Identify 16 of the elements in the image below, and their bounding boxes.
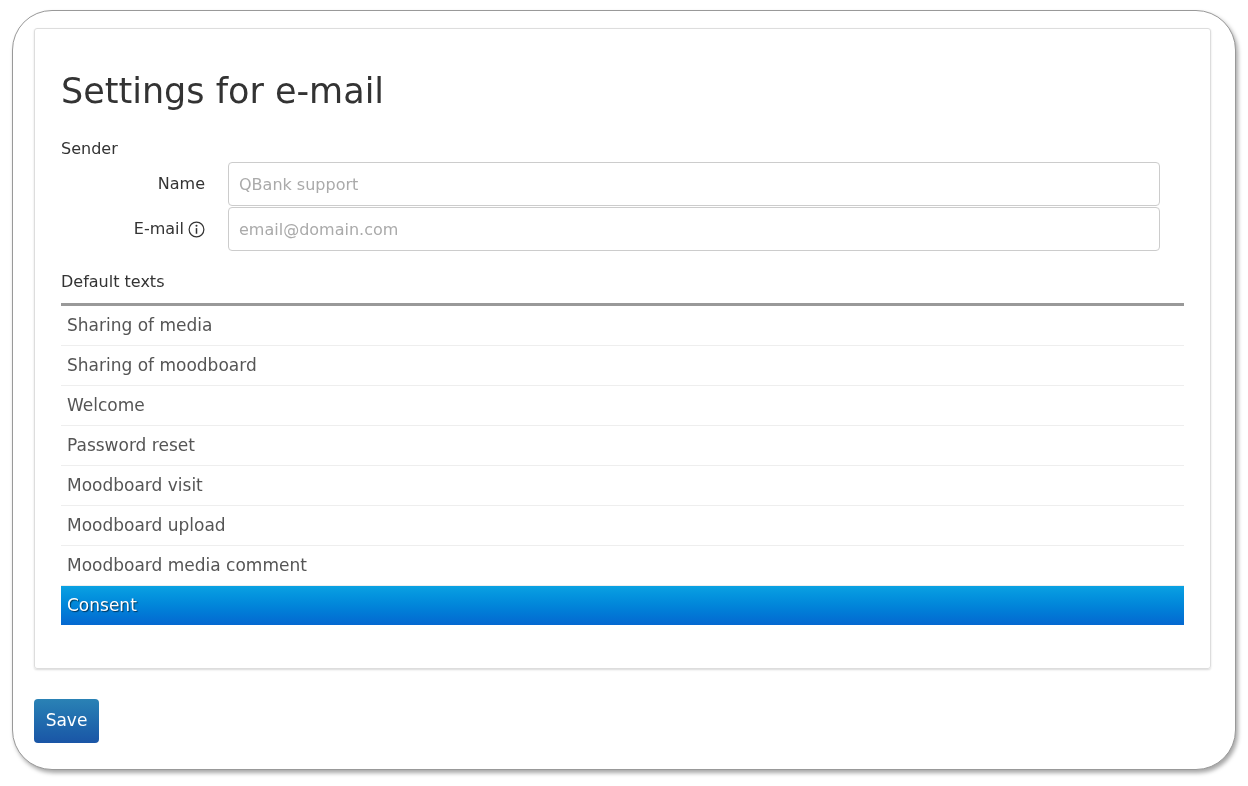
list-item[interactable]: Moodboard upload: [61, 506, 1184, 546]
list-item[interactable]: Moodboard visit: [61, 466, 1184, 506]
text-field[interactable]: email@domain.com: [228, 207, 1160, 251]
info-icon: [188, 220, 205, 238]
section-heading: Sender: [61, 139, 119, 159]
page-title: Settings for e-mail: [61, 70, 386, 113]
list-item[interactable]: Password reset: [61, 426, 1184, 466]
text-field[interactable]: QBank support: [228, 162, 1160, 206]
field-label: Name: [157, 173, 205, 195]
list-item[interactable]: Sharing of media: [61, 306, 1184, 346]
list-item[interactable]: Welcome: [61, 386, 1184, 426]
save-button[interactable]: Save: [34, 699, 99, 743]
section-heading: Default texts: [61, 272, 1184, 306]
field-label: E-mail: [133, 218, 184, 240]
list-item[interactable]: Sharing of moodboard: [61, 346, 1184, 386]
list-item[interactable]: Consent: [61, 586, 1184, 625]
